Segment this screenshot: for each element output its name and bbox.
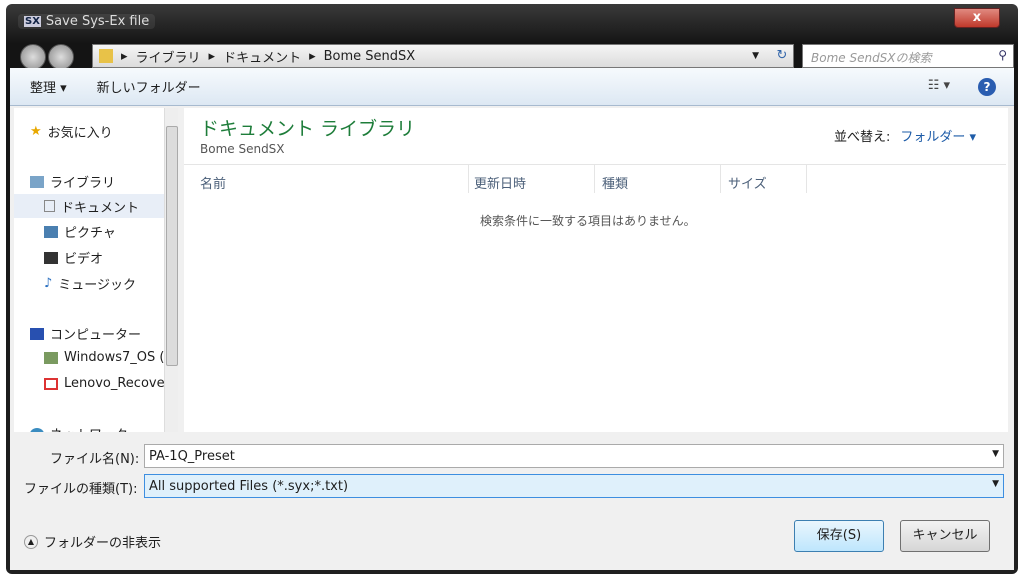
back-button[interactable] <box>20 44 46 70</box>
breadcrumb[interactable]: ドキュメント <box>223 47 301 66</box>
navigation-pane: ★ お気に入り ライブラリ ドキュメント ピクチャ ビデオ ♪ ミュージック コンピ… <box>14 108 178 432</box>
new-folder-button[interactable]: 新しいフォルダー <box>97 77 201 96</box>
empty-message: 検索条件に一致する項目はありません。 <box>480 214 696 228</box>
recovery-drive-icon <box>44 377 58 390</box>
column-header: 名前 更新日時 種類 サイズ <box>184 164 1006 193</box>
library-title: ドキュメント ライブラリ <box>200 118 416 140</box>
refresh-icon[interactable]: ↻ <box>768 44 796 68</box>
network-icon <box>30 427 44 432</box>
organize-button[interactable]: 整理 ▾ <box>30 77 67 96</box>
app-icon: SX <box>24 16 41 27</box>
folder-icon <box>99 49 113 63</box>
computer-icon <box>30 327 44 340</box>
column-type[interactable]: 種類 <box>602 173 628 192</box>
cancel-button[interactable]: キャンセル <box>900 520 990 552</box>
sidebar-item-music[interactable]: ♪ ミュージック <box>44 274 136 293</box>
window-title: Save Sys-Ex file <box>45 14 150 29</box>
file-list-pane: ドキュメント ライブラリ Bome SendSX 並べ替え: フォルダー ▾ 名前… <box>184 108 1008 432</box>
sort-dropdown[interactable]: フォルダー ▾ <box>900 130 976 145</box>
chevron-down-icon[interactable]: ▼ <box>992 449 999 459</box>
sidebar-item-windows7-os[interactable]: Windows7_OS ( <box>44 350 165 365</box>
close-button[interactable]: x <box>954 8 1000 28</box>
column-size[interactable]: サイズ <box>728 173 767 192</box>
sidebar-item-libraries[interactable]: ライブラリ <box>30 172 115 191</box>
sidebar-item-videos[interactable]: ビデオ <box>44 248 103 267</box>
toolbar: 整理 ▾ 新しいフォルダー ☷ ▾? <box>10 68 1014 106</box>
sidebar-item-pictures[interactable]: ピクチャ <box>44 222 116 241</box>
search-input[interactable]: Bome SendSXの検索 ⚲ <box>802 44 1014 68</box>
search-icon[interactable]: ⚲ <box>998 48 1007 62</box>
filetype-select[interactable]: All supported Files (*.syx;*.txt) ▼ <box>144 474 1004 498</box>
document-icon <box>44 200 55 212</box>
scrollbar-thumb[interactable] <box>166 126 178 366</box>
hide-folders-button[interactable]: ▲ フォルダーの非表示 <box>24 532 161 551</box>
title-bar: SX Save Sys-Ex file <box>18 14 156 29</box>
library-subtitle: Bome SendSX <box>200 142 285 156</box>
breadcrumb[interactable]: ライブラリ <box>136 47 201 66</box>
view-options-icon[interactable]: ☷ ▾ <box>928 78 950 96</box>
chevron-down-icon[interactable]: ▼ <box>752 51 759 61</box>
sort-control[interactable]: 並べ替え: フォルダー ▾ <box>834 126 976 145</box>
filetype-label: ファイルの種類(T): <box>24 482 138 497</box>
star-icon: ★ <box>30 124 42 139</box>
sidebar-item-network[interactable]: ネットワーク <box>30 424 128 432</box>
save-button[interactable]: 保存(S) <box>794 520 884 552</box>
address-bar[interactable]: ▸ ライブラリ ▸ ドキュメント ▸ Bome SendSX ▼ <box>92 44 794 68</box>
filename-input[interactable]: PA-1Q_Preset ▼ <box>144 444 1004 468</box>
chevron-down-icon[interactable]: ▼ <box>992 479 999 489</box>
picture-icon <box>44 225 58 238</box>
filename-label: ファイル名(N): <box>50 452 140 467</box>
sidebar-scrollbar[interactable] <box>164 108 178 432</box>
library-icon <box>30 175 44 188</box>
music-icon: ♪ <box>44 276 53 291</box>
breadcrumb[interactable]: Bome SendSX <box>324 49 416 64</box>
dialog-body: 整理 ▾ 新しいフォルダー ☷ ▾? ★ お気に入り ライブラリ ドキュメント ピ… <box>10 68 1014 570</box>
forward-button[interactable] <box>48 44 74 70</box>
sidebar-item-lenovo-recovery[interactable]: Lenovo_Recove <box>44 376 165 391</box>
video-icon <box>44 251 58 264</box>
column-name[interactable]: 名前 <box>200 173 226 192</box>
sidebar-item-computer[interactable]: コンピューター <box>30 324 141 343</box>
drive-icon <box>44 351 58 364</box>
sidebar-item-favorites[interactable]: ★ お気に入り <box>30 122 113 141</box>
chevron-up-icon: ▲ <box>24 534 38 549</box>
column-modified[interactable]: 更新日時 <box>474 173 526 192</box>
sidebar-item-documents[interactable]: ドキュメント <box>14 194 164 218</box>
help-icon[interactable]: ? <box>978 78 996 96</box>
